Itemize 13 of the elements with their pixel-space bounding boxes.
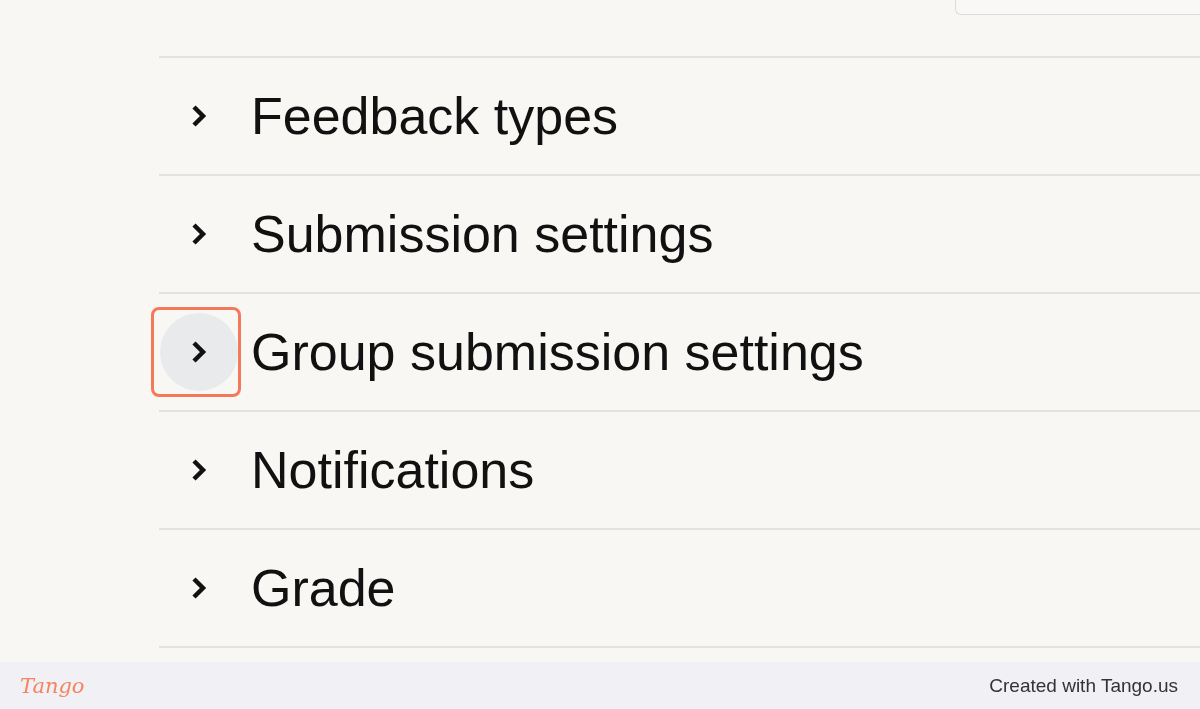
tango-logo: Tango — [20, 673, 85, 698]
chevron-icon — [189, 575, 209, 601]
section-title[interactable]: Feedback types — [251, 86, 619, 146]
expand-button[interactable] — [160, 313, 238, 391]
section-title[interactable]: Notifications — [251, 440, 535, 500]
section-title[interactable]: Submission settings — [251, 204, 714, 264]
chevron-icon — [189, 221, 209, 247]
chevron-icon — [189, 457, 209, 483]
section-title[interactable]: Group submission settings — [251, 322, 864, 382]
section-title[interactable]: Grade — [251, 558, 396, 618]
chevron-icon — [189, 339, 209, 365]
credit-text: Created with Tango.us — [989, 674, 1178, 697]
chevron-icon — [189, 103, 209, 129]
